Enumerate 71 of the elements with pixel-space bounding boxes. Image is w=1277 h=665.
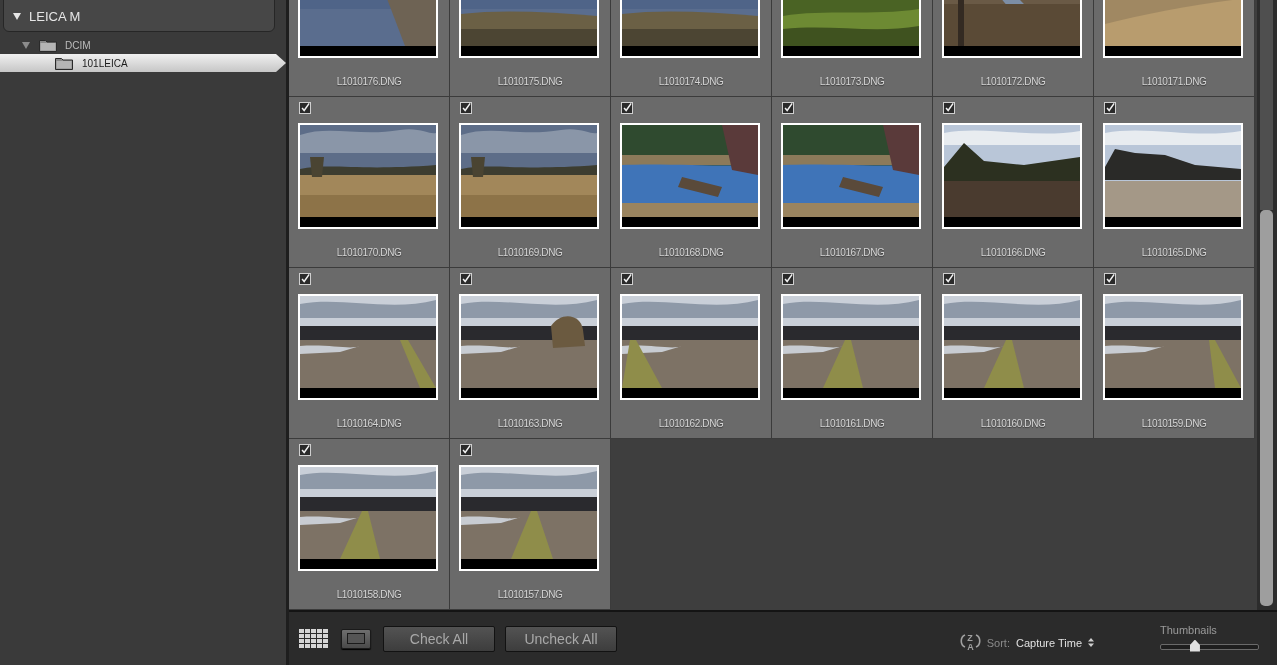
file-name: L1010172.DNG — [980, 76, 1046, 87]
file-name: L1010161.DNG — [819, 418, 885, 429]
file-name: L1010159.DNG — [1141, 418, 1207, 429]
file-name: L1010163.DNG — [497, 418, 563, 429]
folder-label: 101LEICA — [82, 57, 128, 69]
disclosure-triangle-icon[interactable] — [21, 40, 31, 50]
thumbnail-frame[interactable] — [781, 294, 921, 400]
file-name: L1010174.DNG — [658, 76, 724, 87]
checkbox[interactable] — [1104, 102, 1116, 114]
file-name: L1010169.DNG — [497, 247, 563, 258]
scroll-thumb[interactable] — [1259, 210, 1273, 606]
file-name: L1010167.DNG — [819, 247, 885, 258]
file-name: L1010175.DNG — [497, 76, 563, 87]
scrollbar[interactable] — [1257, 0, 1277, 610]
folder-icon — [55, 56, 73, 70]
file-name: L1010160.DNG — [980, 418, 1046, 429]
checkbox[interactable] — [782, 273, 794, 285]
sort-dropdown[interactable]: Capture Time — [1015, 636, 1094, 649]
file-name: L1010176.DNG — [336, 76, 402, 87]
toolbar-button[interactable]: Check All — [383, 625, 495, 652]
single-view-icon — [347, 633, 365, 644]
checkbox[interactable] — [299, 273, 311, 285]
folder-label: DCIM — [65, 39, 91, 51]
updown-caret-icon — [1088, 638, 1094, 647]
thumbnail-frame[interactable] — [459, 294, 599, 400]
checkbox[interactable] — [943, 102, 955, 114]
checkbox[interactable] — [782, 102, 794, 114]
thumbnail-frame[interactable] — [1103, 294, 1243, 400]
checkbox[interactable] — [1104, 273, 1116, 285]
thumbnail-frame[interactable] — [298, 465, 438, 571]
thumbnail-frame[interactable] — [620, 123, 760, 229]
thumbnail-size-slider[interactable] — [1160, 643, 1259, 650]
thumbnail-frame[interactable] — [942, 294, 1082, 400]
file-name: L1010166.DNG — [980, 247, 1046, 258]
checkbox[interactable] — [299, 102, 311, 114]
folder-icon — [39, 38, 57, 52]
source-label: LEICA M — [29, 8, 81, 24]
checkbox[interactable] — [943, 273, 955, 285]
checkbox[interactable] — [621, 273, 633, 285]
folder-row[interactable]: 101LEICA — [0, 54, 286, 72]
checkbox[interactable] — [460, 273, 472, 285]
file-name: L1010164.DNG — [336, 418, 402, 429]
file-name: L1010158.DNG — [336, 589, 402, 600]
thumbnail-frame[interactable] — [298, 123, 438, 229]
thumbnail-frame[interactable] — [1103, 123, 1243, 229]
checkbox[interactable] — [460, 444, 472, 456]
thumbnail-frame[interactable] — [459, 123, 599, 229]
sort-label: Sort: — [986, 636, 1010, 649]
thumbnail-frame[interactable] — [620, 294, 760, 400]
thumbnail-frame[interactable] — [459, 465, 599, 571]
toolbar-button[interactable]: Uncheck All — [505, 625, 617, 652]
file-name: L1010170.DNG — [336, 247, 402, 258]
thumbnail-frame[interactable] — [781, 123, 921, 229]
thumbnail-frame[interactable] — [298, 294, 438, 400]
disclosure-triangle-icon[interactable] — [12, 11, 22, 21]
file-name: L1010157.DNG — [497, 589, 563, 600]
checkbox[interactable] — [299, 444, 311, 456]
file-name: L1010173.DNG — [819, 76, 885, 87]
view-mode-button[interactable] — [299, 628, 329, 649]
thumbnail-frame[interactable] — [942, 123, 1082, 229]
checkbox[interactable] — [621, 102, 633, 114]
file-name: L1010162.DNG — [658, 418, 724, 429]
folder-row[interactable]: DCIM — [0, 36, 286, 54]
thumbnails-label: Thumbnails — [1160, 623, 1218, 636]
grid-view-icon — [299, 628, 329, 649]
source-panel-header[interactable]: LEICA M — [3, 0, 275, 32]
file-name: L1010168.DNG — [658, 247, 724, 258]
file-name: L1010171.DNG — [1141, 76, 1207, 87]
checkbox[interactable] — [460, 102, 472, 114]
file-name: L1010165.DNG — [1141, 247, 1207, 258]
slider-thumb[interactable] — [1189, 639, 1200, 652]
